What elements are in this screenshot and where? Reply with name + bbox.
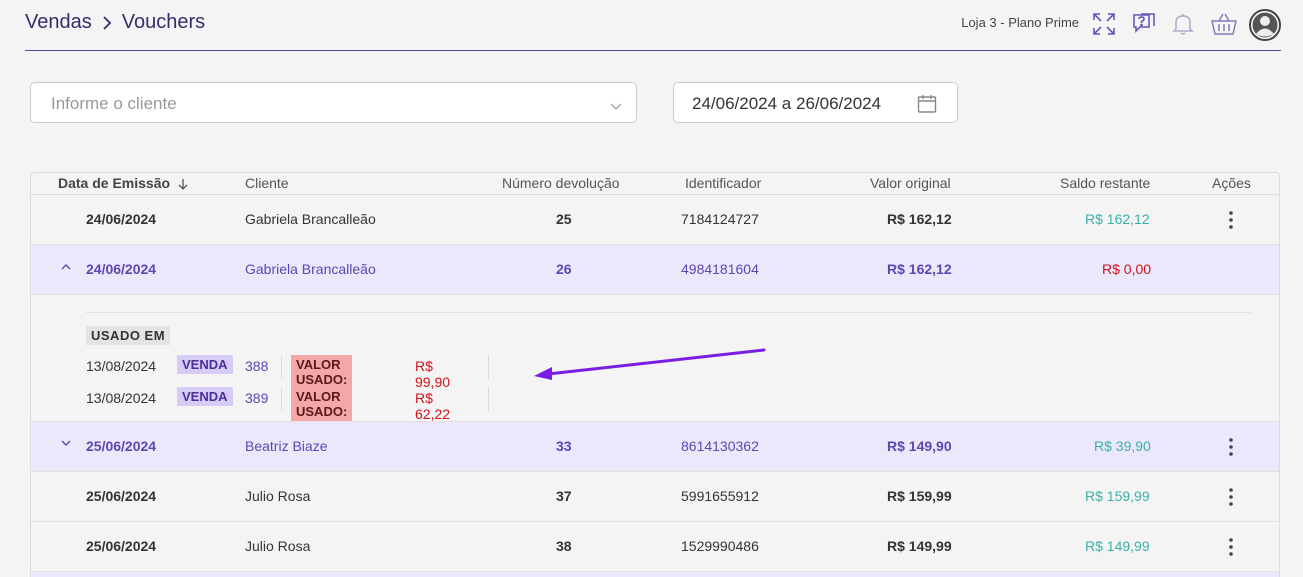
kebab-menu-icon[interactable] [1229,538,1233,556]
usage-type-badge: VENDA [177,355,233,374]
cell-client: Beatriz Biaze [245,438,328,454]
cell-identifier: 4984181604 [681,261,759,277]
usage-value: R$ 99,90 [415,358,451,390]
user-avatar-icon[interactable] [1249,9,1281,41]
bell-icon[interactable] [1169,10,1197,38]
cell-balance: R$ 0,00 [1102,261,1152,277]
usage-date: 13/08/2024 [86,390,157,406]
client-select[interactable]: Informe o cliente [30,82,637,123]
col-date[interactable]: Data de Emissão [58,175,188,191]
cell-date: 24/06/2024 [86,211,157,227]
table-row[interactable]: 25/06/2024 Julio Rosa 38 1529990486 R$ 1… [31,522,1279,572]
page-header: Vendas Vouchers Loja 3 - Plano Prime [25,0,1281,51]
table-row[interactable]: 25/06/2024 Beatriz Biaze 33 8614130362 R… [31,422,1279,472]
col-actions: Ações [1212,175,1251,191]
cell-number: 33 [556,438,572,454]
cell-number: 37 [556,488,572,504]
col-identifier: Identificador [685,175,762,191]
cell-original-value: R$ 149,99 [887,538,952,554]
table-row[interactable]: 25/06/2024 Julio Rosa 37 5991655912 R$ 1… [31,472,1279,522]
cell-balance: R$ 162,12 [1085,211,1150,227]
cell-number: 25 [556,211,572,227]
date-range-picker[interactable]: 24/06/2024 a 26/06/2024 [673,82,958,123]
usage-date: 13/08/2024 [86,358,157,374]
cell-client: Julio Rosa [245,538,311,554]
cell-date: 25/06/2024 [86,438,157,454]
col-balance: Saldo restante [1060,175,1151,191]
sort-down-icon [178,179,188,190]
cell-number: 26 [556,261,572,277]
client-select-placeholder: Informe o cliente [51,94,177,113]
basket-icon[interactable] [1210,10,1238,38]
table-header: Data de Emissão Cliente Número devolução… [31,173,1279,195]
chevron-right-icon [102,15,112,30]
usage-title: USADO EM [86,326,171,345]
table-row-expanded[interactable]: 24/06/2024 Gabriela Brancalleão 26 49841… [31,245,1279,295]
chevron-down-icon [610,98,622,116]
cell-date: 25/06/2024 [86,538,157,554]
next-table-row-partial [31,572,1279,577]
kebab-menu-icon[interactable] [1229,438,1233,456]
cell-balance: R$ 159,99 [1085,488,1150,504]
cell-original-value: R$ 159,99 [887,488,952,504]
cell-balance: R$ 39,90 [1094,438,1151,454]
breadcrumb: Vendas Vouchers [25,11,205,34]
usage-sale-number-link[interactable]: 389 [245,390,268,406]
usage-sale-number-link[interactable]: 388 [245,358,268,374]
cell-identifier: 8614130362 [681,438,759,454]
expand-icon[interactable] [1090,10,1118,38]
cell-number: 38 [556,538,572,554]
cell-client: Gabriela Brancalleão [245,211,376,227]
usage-type-badge: VENDA [177,387,233,406]
chevron-up-icon[interactable] [61,263,71,270]
calendar-icon[interactable] [917,94,937,118]
kebab-menu-icon[interactable] [1229,488,1233,506]
store-plan-label: Loja 3 - Plano Prime [961,15,1079,30]
cell-identifier: 1529990486 [681,538,759,554]
cell-client: Julio Rosa [245,488,311,504]
date-range-value: 24/06/2024 a 26/06/2024 [692,94,882,113]
cell-date: 24/06/2024 [86,261,157,277]
usage-value-label: VALOR USADO: [291,387,353,421]
cell-identifier: 7184124727 [681,211,759,227]
cell-original-value: R$ 162,12 [887,261,952,277]
table-row[interactable]: 24/06/2024 Gabriela Brancalleão 25 71841… [31,195,1279,245]
cell-balance: R$ 149,99 [1085,538,1150,554]
col-client: Cliente [245,175,289,191]
usage-value-label: VALOR USADO: [291,355,353,389]
breadcrumb-vendas[interactable]: Vendas [25,11,92,34]
cell-original-value: R$ 149,90 [887,438,952,454]
col-original-value: Valor original [870,175,951,191]
cell-original-value: R$ 162,12 [887,211,952,227]
cell-date: 25/06/2024 [86,488,157,504]
usage-value: R$ 62,22 [415,390,451,422]
help-icon[interactable] [1130,10,1158,38]
annotation-arrow-icon [534,348,766,380]
breadcrumb-vouchers: Vouchers [121,11,206,33]
cell-client: Gabriela Brancalleão [245,261,376,277]
kebab-menu-icon[interactable] [1229,211,1233,229]
chevron-down-icon[interactable] [61,440,71,447]
cell-identifier: 5991655912 [681,488,759,504]
col-number: Número devolução [502,175,620,191]
